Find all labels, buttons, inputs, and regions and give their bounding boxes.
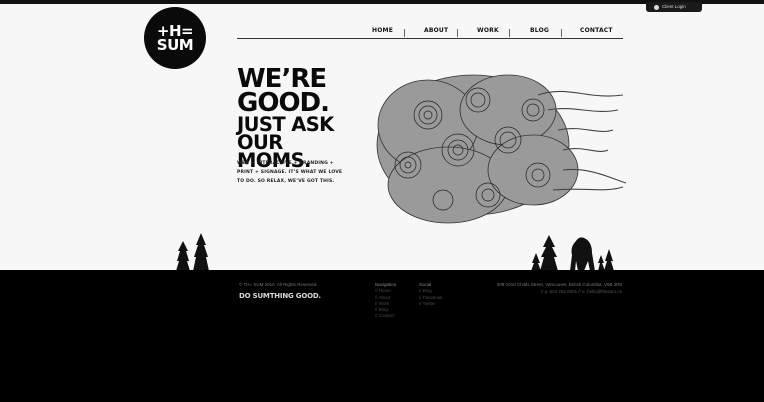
logo-line-2: SUM	[156, 36, 194, 54]
hero-headline: WE’RE GOOD. JUST ASK OUR MOMS.	[237, 66, 357, 170]
nav-blog[interactable]: BLOG	[530, 27, 549, 34]
tagline-line-3: TO DO. SO RELAX, WE’VE GOT THIS.	[237, 179, 335, 184]
contact-info[interactable]: // p. 604.762.6001 // e. hello@thesum.ca	[440, 289, 622, 296]
nav-divider	[457, 29, 458, 37]
nav-underline	[237, 38, 623, 39]
cloud-illustration	[376, 74, 627, 224]
nav-home[interactable]: HOME	[372, 27, 393, 34]
footer-address: 208-1010 Childs Street, Vancouver, Briti…	[440, 282, 622, 295]
client-login-button[interactable]: Client Login	[646, 2, 702, 12]
hero-tagline: WEB + INTERACTIVE + BRANDING + PRINT + S…	[237, 159, 347, 186]
copyright-text: © TH= SUM 2010. All Rights Reserved.	[239, 282, 318, 287]
footer-social: Social // Blog // Facebook // Twitter	[419, 282, 443, 307]
nav-work[interactable]: WORK	[477, 27, 499, 34]
client-login-label: Client Login	[662, 4, 686, 9]
nav-divider	[561, 29, 562, 37]
nav-divider	[404, 29, 405, 37]
footer-slogan: DO SUMTHING GOOD.	[239, 292, 321, 300]
footer-social-facebook[interactable]: // Facebook	[419, 295, 443, 301]
tagline-line-2: PRINT + SIGNAGE. IT’S WHAT WE LOVE	[237, 170, 343, 175]
footer-social-twitter[interactable]: // Twitter	[419, 301, 443, 307]
tagline-line-1: WEB + INTERACTIVE + BRANDING +	[237, 161, 334, 166]
footer: © TH= SUM 2010. All Rights Reserved. DO …	[0, 270, 764, 402]
nav-divider	[509, 29, 510, 37]
nav-about[interactable]: ABOUT	[424, 27, 448, 34]
nav-contact[interactable]: CONTACT	[580, 27, 613, 34]
footer-navigation: Navigation // Home // About // Work // B…	[375, 282, 396, 320]
treeline-illustration	[176, 233, 614, 271]
footer-link-contact[interactable]: // Contact	[375, 313, 396, 319]
site-logo[interactable]: +H= SUM	[144, 7, 206, 69]
plus-circle-icon	[654, 5, 659, 10]
